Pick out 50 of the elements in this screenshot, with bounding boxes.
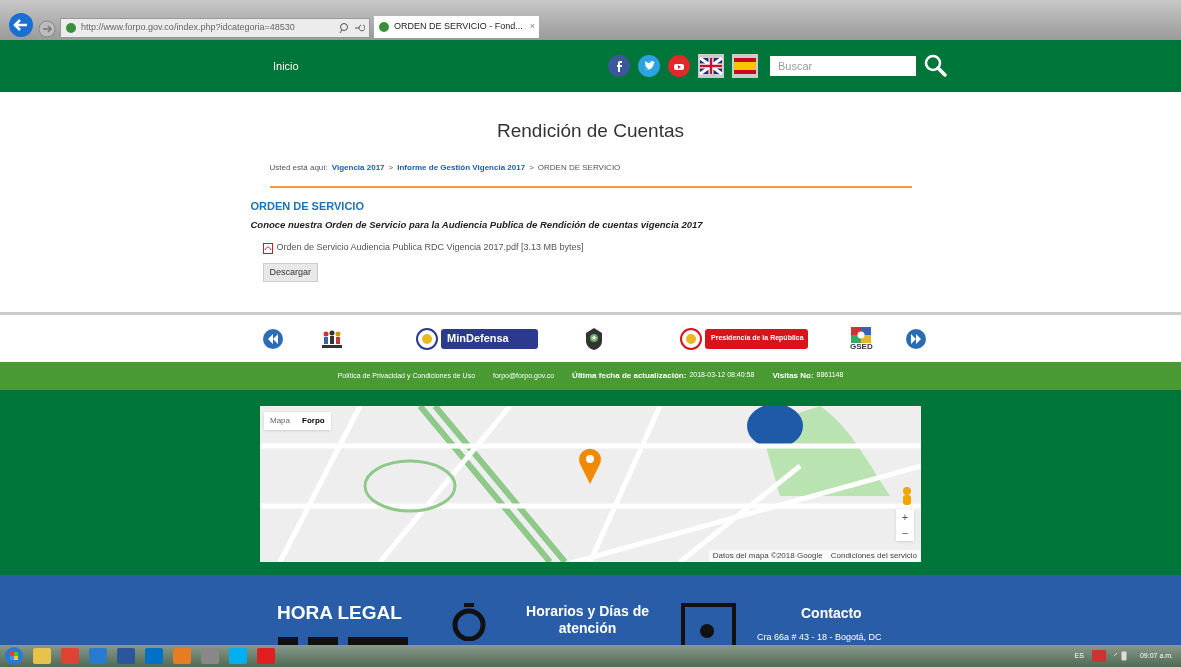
youtube-icon[interactable] [668, 55, 690, 77]
next-icon[interactable] [906, 328, 926, 349]
breadcrumb-current: ORDEN DE SERVICIO [537, 161, 621, 174]
download-button[interactable]: Descargar [262, 262, 318, 283]
map[interactable]: Mapa Forpo + − Datos del mapa ©2018 Google Condiciones del servicio [260, 406, 921, 562]
breadcrumb-label: Usted está aquí: [269, 161, 328, 174]
start-button-icon[interactable] [4, 646, 24, 666]
visits-label: Visitas No: [772, 370, 814, 382]
facebook-icon[interactable] [608, 55, 630, 77]
pegman-icon[interactable] [900, 486, 914, 508]
search-field[interactable]: Buscar [770, 56, 916, 76]
seal-icon [680, 327, 702, 350]
tab-title: ORDEN DE SERVICIO - Fond... [394, 20, 523, 34]
breadcrumb-link[interactable]: Informe de Gestión Vigencia 2017 [397, 161, 526, 174]
site-icon [65, 22, 77, 34]
site-icon [378, 21, 390, 33]
article-heading: ORDEN DE SERVICIO [250, 198, 364, 214]
page-title: Rendición de Cuentas [497, 119, 684, 143]
map-attribution: Datos del mapa ©2018 Google [712, 550, 823, 562]
search-refresh-icon[interactable] [339, 22, 365, 34]
breadcrumb-separator: > [529, 161, 534, 174]
map-type-tab[interactable]: Forpo [296, 412, 331, 430]
previous-icon[interactable] [263, 328, 283, 349]
clock-title: HORA LEGAL [277, 601, 402, 625]
close-tab-button[interactable]: × [529, 20, 535, 34]
browser-tab[interactable]: ORDEN DE SERVICIO - Fond... × [374, 16, 539, 38]
nav-link[interactable]: Inicio [273, 57, 299, 75]
back-icon[interactable] [8, 12, 34, 38]
zoom-out-button[interactable]: − [901, 525, 909, 541]
update-label: Última fecha de actualización: [572, 370, 687, 382]
map-type-tab[interactable]: Mapa [264, 412, 296, 430]
seal-icon [416, 327, 438, 350]
breadcrumb-separator: > [388, 161, 394, 174]
file-link[interactable]: Orden de Servicio Audiencia Publica RDC Vigencia 2017.pdf [3.13 MB bytes] [276, 241, 584, 255]
zoom-in-button[interactable]: + [901, 509, 909, 525]
breadcrumb-link[interactable]: Vigencia 2017 [331, 161, 385, 174]
address-bar[interactable]: http://www.forpo.gov.co/index.php?idcategoria=48530 [60, 18, 370, 38]
address-text: Cra 66a # 43 - 18 - Bogotá, DC [757, 631, 882, 644]
logo-text: GSED [850, 342, 873, 351]
terms-link[interactable]: Condiciones del servicio [830, 550, 917, 562]
search-icon[interactable] [924, 54, 948, 78]
flag-icon[interactable] [698, 54, 724, 78]
url-text: http://www.forpo.gov.co/index.php?idcategoria=48530 [81, 21, 296, 35]
logo-banner[interactable]: MinDefensa [441, 328, 538, 349]
forward-icon[interactable] [38, 20, 56, 38]
twitter-icon[interactable] [638, 55, 660, 77]
article-intro: Conoce nuestra Orden de Servicio para la Audiencia Publica de Rendición de cuentas vigencia 2017 [250, 218, 703, 232]
shield-emblem-icon[interactable] [584, 326, 604, 351]
hours-title: Horarios y Días de atención [525, 603, 650, 637]
contact-title: Contacto [801, 604, 862, 623]
